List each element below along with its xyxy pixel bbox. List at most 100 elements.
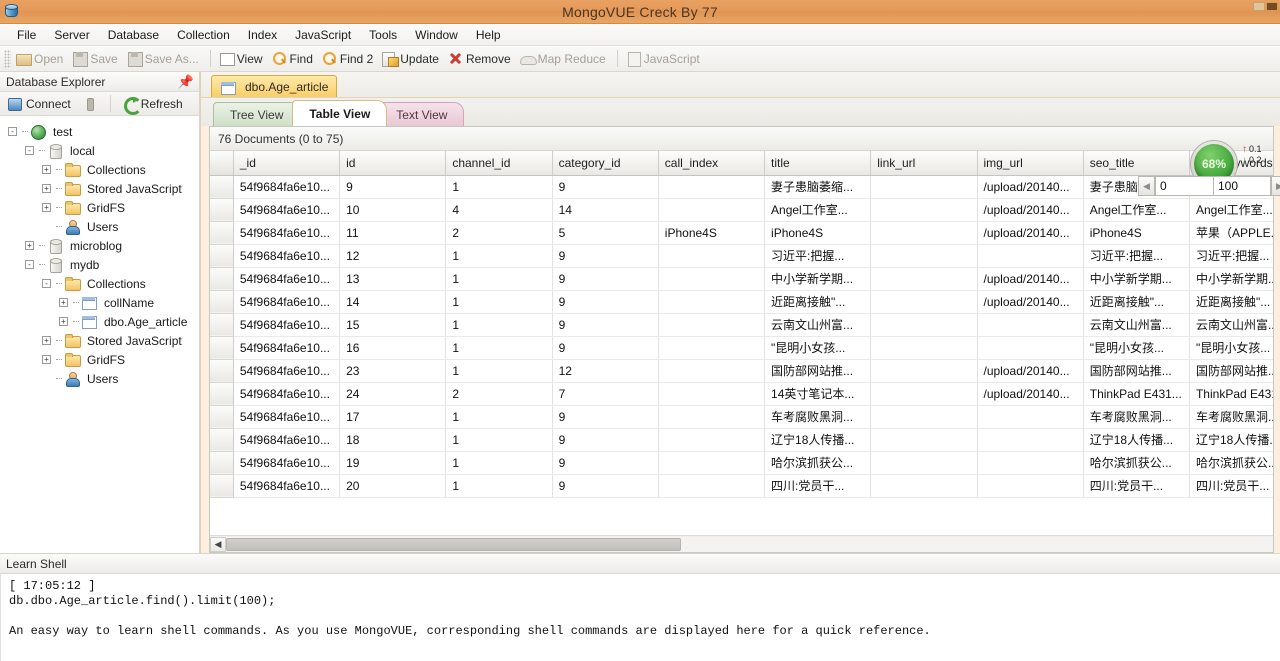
- cell-img_url[interactable]: [977, 405, 1084, 429]
- cell-title[interactable]: 四川:党员干...: [764, 474, 872, 498]
- cell-link_url[interactable]: [870, 405, 978, 429]
- row-selector[interactable]: [210, 336, 234, 360]
- table-row[interactable]: 54f9684fa6e10... 14 1 9 近距离接触".../upload/201…: [210, 290, 1273, 314]
- cell-call_index[interactable]: [658, 175, 766, 199]
- row-selector[interactable]: [210, 313, 234, 337]
- cell-link_url[interactable]: [870, 451, 978, 475]
- cell-seo_keywords[interactable]: ThinkPad E431...: [1189, 382, 1273, 406]
- cell-channel_id[interactable]: 1: [445, 451, 553, 475]
- cell-id[interactable]: 10: [339, 198, 447, 222]
- menu-item-database[interactable]: Database: [99, 25, 168, 45]
- cell-id[interactable]: 17: [339, 405, 447, 429]
- menu-item-collection[interactable]: Collection: [168, 25, 239, 45]
- cell-seo_title[interactable]: 国防部网站推...: [1083, 359, 1190, 383]
- row-selector[interactable]: [210, 359, 234, 383]
- cell-title[interactable]: iPhone4S: [764, 221, 872, 245]
- pin-icon[interactable]: 📌: [178, 74, 194, 90]
- tree-node-dbo-age-article[interactable]: + dbo.Age_article: [4, 312, 199, 331]
- menu-item-server[interactable]: Server: [45, 25, 98, 45]
- cell-_id[interactable]: 54f9684fa6e10...: [233, 313, 341, 337]
- collapse-toggle-icon[interactable]: -: [8, 127, 17, 136]
- expand-toggle-icon[interactable]: +: [59, 298, 68, 307]
- cell-link_url[interactable]: [870, 428, 978, 452]
- tab-text-view[interactable]: Text View: [379, 102, 465, 126]
- cell-call_index[interactable]: [658, 198, 766, 222]
- column-header-id[interactable]: id: [339, 151, 447, 176]
- tree-node-microblog[interactable]: + microblog: [4, 236, 199, 255]
- document-tab-age-article[interactable]: dbo.Age_article: [211, 75, 338, 97]
- cell-id[interactable]: 9: [339, 175, 447, 199]
- cell-seo_title[interactable]: 车考腐败黑洞...: [1083, 405, 1190, 429]
- table-row[interactable]: 54f9684fa6e10... 16 1 9 "昆明小女孩... "昆明小女孩... "昆…: [210, 336, 1273, 360]
- table-row[interactable]: 54f9684fa6e10... 10 4 14 Angel工作室... /upload/…: [210, 198, 1273, 222]
- cell-category_id[interactable]: 14: [552, 198, 659, 222]
- cell-seo_title[interactable]: ThinkPad E431...: [1083, 382, 1190, 406]
- table-row[interactable]: 54f9684fa6e10... 20 1 9 四川:党员干... 四川:党员干... 四川…: [210, 474, 1273, 498]
- toolbar-remove-button[interactable]: Remove: [445, 48, 517, 69]
- cell-id[interactable]: 12: [339, 244, 447, 268]
- cell-channel_id[interactable]: 2: [445, 221, 553, 245]
- row-selector[interactable]: [210, 244, 234, 268]
- tree-node-gridfs[interactable]: + GridFS: [4, 198, 199, 217]
- cell-channel_id[interactable]: 1: [445, 474, 553, 498]
- table-row[interactable]: 54f9684fa6e10... 17 1 9 车考腐败黑洞... 车考腐败黑洞... 车考…: [210, 405, 1273, 429]
- cell-img_url[interactable]: [977, 313, 1084, 337]
- cell-seo_keywords[interactable]: 苹果（APPLE...: [1189, 221, 1273, 245]
- toolbar-map-reduce-button[interactable]: Map Reduce: [517, 48, 612, 69]
- table-row[interactable]: 54f9684fa6e10... 19 1 9 哈尔滨抓获公... 哈尔滨抓获公... 哈尔…: [210, 451, 1273, 475]
- toolbar-grip[interactable]: [4, 49, 11, 68]
- cell-channel_id[interactable]: 1: [445, 313, 553, 337]
- tree-node-users[interactable]: Users: [4, 369, 199, 388]
- toolbar-view-button[interactable]: View: [216, 48, 269, 69]
- cell-seo_keywords[interactable]: "昆明小女孩...: [1189, 336, 1273, 360]
- toolbar-find-button[interactable]: Find: [269, 48, 319, 69]
- table-row[interactable]: 54f9684fa6e10... 24 2 7 14英寸笔记本... /upload/20…: [210, 382, 1273, 406]
- cell-id[interactable]: 20: [339, 474, 447, 498]
- expand-toggle-icon[interactable]: +: [42, 336, 51, 345]
- cell-channel_id[interactable]: 2: [445, 382, 553, 406]
- row-selector[interactable]: [210, 175, 234, 199]
- cell-_id[interactable]: 54f9684fa6e10...: [233, 175, 341, 199]
- tree-node-stored-javascript[interactable]: + Stored JavaScript: [4, 179, 199, 198]
- cell-img_url[interactable]: /upload/20140...: [977, 267, 1084, 291]
- tree-node-test[interactable]: - test: [4, 122, 199, 141]
- cell-link_url[interactable]: [870, 244, 978, 268]
- cell-call_index[interactable]: [658, 382, 766, 406]
- table-row[interactable]: 54f9684fa6e10... 23 1 12 国防部网站推.../upload/20…: [210, 359, 1273, 383]
- cell-_id[interactable]: 54f9684fa6e10...: [233, 382, 341, 406]
- menu-item-help[interactable]: Help: [467, 25, 510, 45]
- tree-node-mydb[interactable]: - mydb: [4, 255, 199, 274]
- cell-channel_id[interactable]: 1: [445, 267, 553, 291]
- toolbar-find-2-button[interactable]: Find 2: [319, 48, 379, 69]
- collapse-toggle-icon[interactable]: -: [25, 260, 34, 269]
- toolbar-save-button[interactable]: Save: [69, 48, 123, 69]
- cell-seo_title[interactable]: iPhone4S: [1083, 221, 1190, 245]
- tree-node-collections[interactable]: + Collections: [4, 160, 199, 179]
- column-header-channel_id[interactable]: channel_id: [445, 151, 553, 176]
- cell-id[interactable]: 23: [339, 359, 447, 383]
- collapse-toggle-icon[interactable]: -: [25, 146, 34, 155]
- cell-_id[interactable]: 54f9684fa6e10...: [233, 244, 341, 268]
- expand-toggle-icon[interactable]: +: [59, 317, 68, 326]
- database-tree[interactable]: - test - local + Collections + Stored JavaScrip…: [0, 116, 199, 553]
- cell-seo_keywords[interactable]: 国防部网站推...: [1189, 359, 1273, 383]
- cell-seo_title[interactable]: 近距离接触"...: [1083, 290, 1190, 314]
- row-selector[interactable]: [210, 382, 234, 406]
- scrollbar-thumb[interactable]: [226, 537, 681, 551]
- cell-id[interactable]: 14: [339, 290, 447, 314]
- tab-table-view[interactable]: Table View: [292, 100, 388, 126]
- toolbar-save-as-button[interactable]: Save As...: [124, 48, 205, 69]
- menu-item-tools[interactable]: Tools: [360, 25, 406, 45]
- menu-item-index[interactable]: Index: [239, 25, 286, 45]
- cell-_id[interactable]: 54f9684fa6e10...: [233, 428, 341, 452]
- row-selector[interactable]: [210, 221, 234, 245]
- menu-item-file[interactable]: File: [8, 25, 45, 45]
- cell-id[interactable]: 24: [339, 382, 447, 406]
- row-selector[interactable]: [210, 198, 234, 222]
- cell-title[interactable]: 近距离接触"...: [764, 290, 872, 314]
- table-row[interactable]: 54f9684fa6e10... 18 1 9 辽宁18人传播... 辽宁18人传播...…: [210, 428, 1273, 452]
- tree-node-gridfs[interactable]: + GridFS: [4, 350, 199, 369]
- cell-channel_id[interactable]: 4: [445, 198, 553, 222]
- cell-title[interactable]: 车考腐败黑洞...: [764, 405, 872, 429]
- cell-category_id[interactable]: 5: [552, 221, 659, 245]
